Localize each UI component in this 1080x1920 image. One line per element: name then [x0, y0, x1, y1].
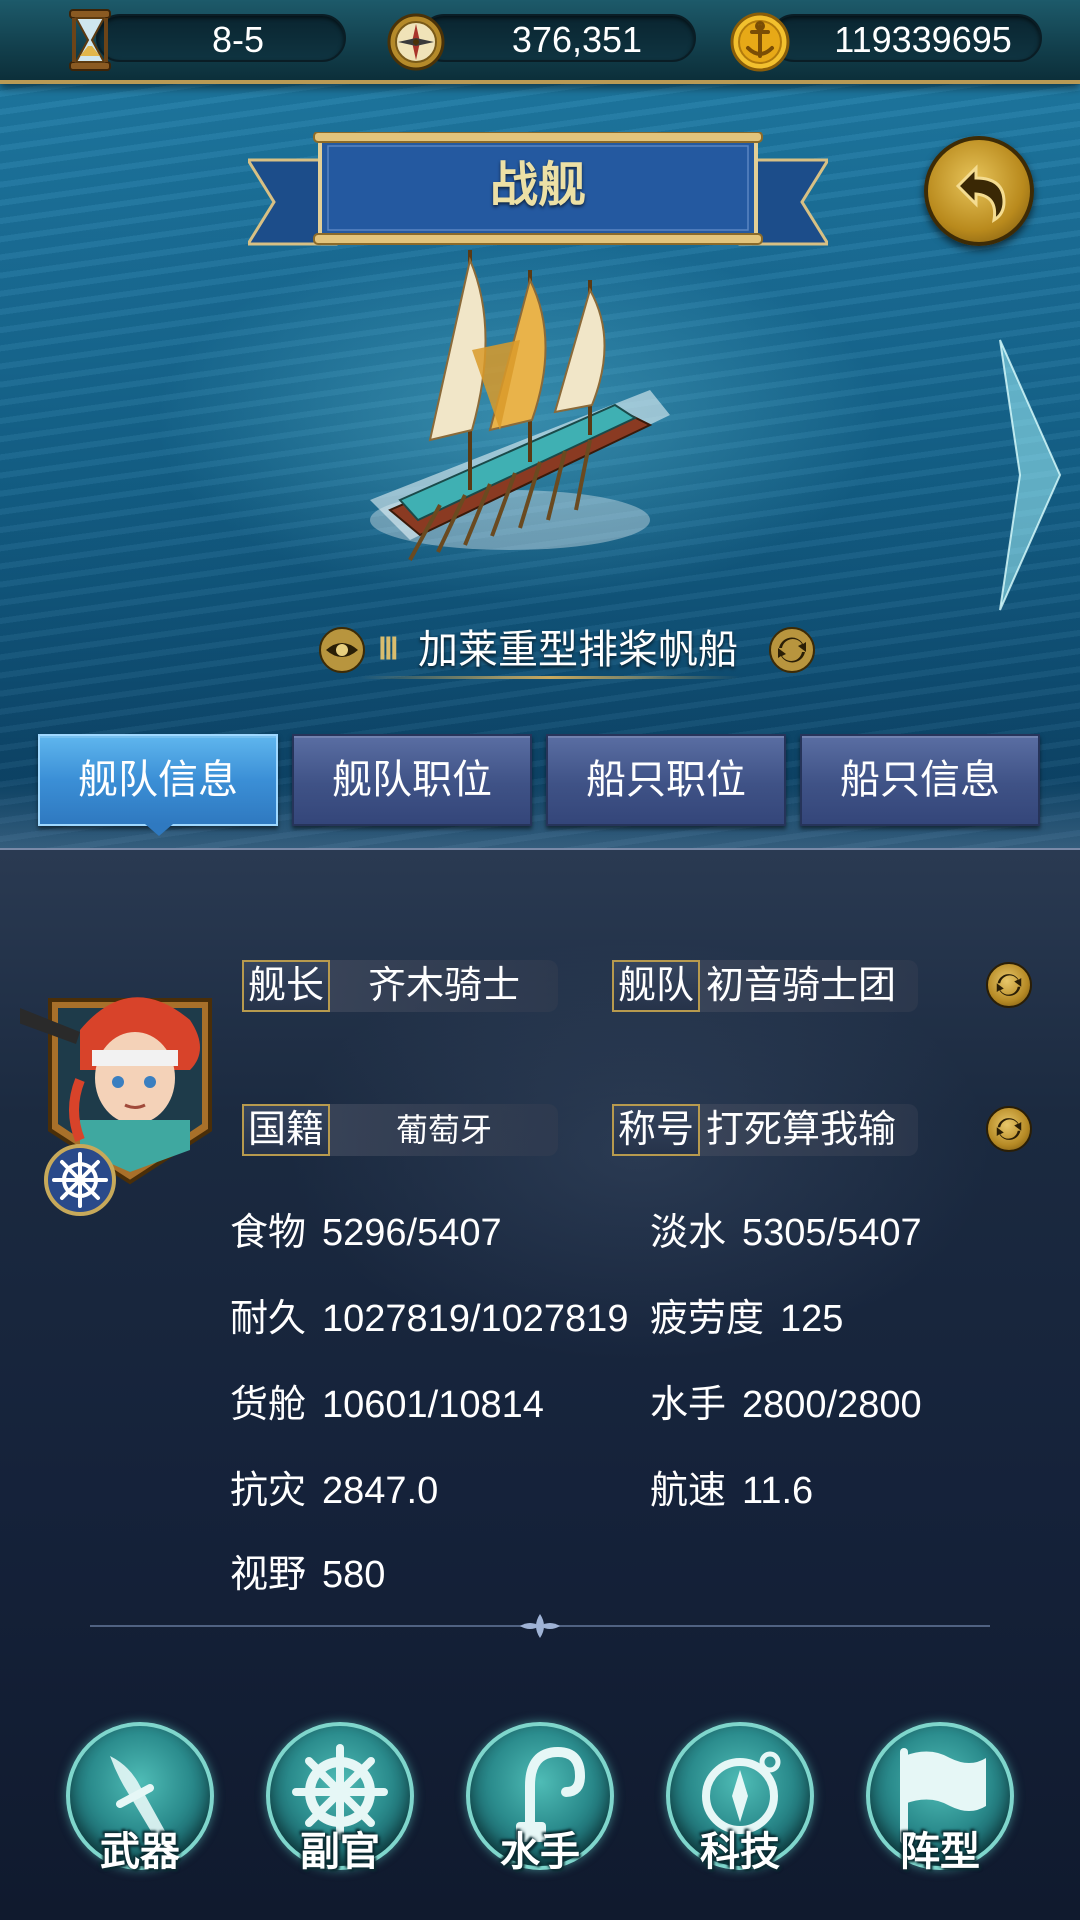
ship-name-row: Ⅲ 加莱重型排桨帆船 — [0, 622, 1080, 679]
nationality-label: 国籍 — [242, 1104, 330, 1156]
title-refresh-button[interactable] — [986, 1106, 1032, 1152]
adjutant-label: 副官 — [300, 1830, 380, 1874]
stat-cargo: 货舱 10601/10814 — [230, 1380, 544, 1430]
stat-speed: 航速 11.6 — [650, 1466, 813, 1516]
back-button[interactable] — [924, 136, 1034, 246]
stat-food-value: 5296/5407 — [322, 1212, 502, 1254]
stat-cargo-label: 货舱 — [230, 1384, 307, 1426]
active-tab-pointer — [145, 824, 173, 836]
refresh-icon — [996, 974, 1022, 996]
title-value: 打死算我输 — [700, 1104, 918, 1156]
compass-icon — [387, 13, 445, 71]
adjutant-button[interactable]: 副官 — [262, 1722, 418, 1882]
stat-resist: 抗灾 2847.0 — [230, 1466, 438, 1516]
ship-illustration — [370, 250, 670, 561]
stat-water-label: 淡水 — [650, 1212, 727, 1254]
stat-food: 食物 5296/5407 — [230, 1208, 502, 1258]
stat-speed-value: 11.6 — [742, 1470, 814, 1512]
tab-fleet-position[interactable]: 舰队职位 — [292, 734, 532, 826]
stat-sailors-value: 2800/2800 — [742, 1384, 922, 1426]
ship-tier: Ⅲ — [378, 633, 399, 666]
gold-value: 119339695 — [834, 19, 1012, 60]
stat-speed-label: 航速 — [650, 1470, 727, 1512]
sailors-button[interactable]: 水手 — [462, 1722, 618, 1882]
page-title: 战舰 — [489, 159, 586, 212]
refresh-icon — [996, 1118, 1022, 1140]
ship-name: 加莱重型排桨帆船 — [418, 628, 738, 672]
nationality-row: 国籍 葡萄牙 — [242, 1104, 558, 1156]
hourglass-icon — [69, 9, 111, 71]
stat-fatigue: 疲劳度 125 — [650, 1294, 843, 1344]
ship-name-underline — [360, 676, 740, 679]
stat-vision: 视野 580 — [230, 1550, 385, 1600]
stat-durability: 耐久 1027819/1027819 — [230, 1294, 628, 1344]
next-arrow-icon[interactable] — [990, 330, 1070, 620]
tab-fleet-info[interactable]: 舰队信息 — [38, 734, 278, 826]
resource-bar: 8-5 376,351 119339695 — [0, 0, 1080, 84]
resource-compass: 376,351 — [420, 14, 696, 62]
nationality-value: 葡萄牙 — [330, 1104, 558, 1156]
formation-label: 阵型 — [900, 1830, 980, 1874]
stat-water: 淡水 5305/5407 — [650, 1208, 922, 1258]
gold-coin-icon — [730, 12, 790, 72]
captain-row: 舰长 齐木骑士 — [242, 960, 558, 1012]
stat-food-label: 食物 — [230, 1212, 307, 1254]
captain-value: 齐木骑士 — [330, 960, 558, 1012]
stat-vision-label: 视野 — [230, 1554, 307, 1596]
weapon-button[interactable]: 武器 — [62, 1722, 218, 1882]
stat-sailors: 水手 2800/2800 — [650, 1380, 922, 1430]
stat-durability-label: 耐久 — [230, 1298, 307, 1340]
resource-stage: 8-5 — [96, 14, 346, 62]
fleet-refresh-button[interactable] — [986, 962, 1032, 1008]
stat-cargo-value: 10601/10814 — [322, 1384, 544, 1426]
resource-gold: 119339695 — [770, 14, 1042, 62]
stat-water-value: 5305/5407 — [742, 1212, 922, 1254]
refresh-icon[interactable] — [768, 626, 816, 674]
stat-fatigue-value: 125 — [780, 1298, 844, 1340]
title-label: 称号 — [612, 1104, 700, 1156]
stat-sailors-label: 水手 — [650, 1384, 727, 1426]
tab-ship-position[interactable]: 船只职位 — [546, 734, 786, 826]
stat-resist-value: 2847.0 — [322, 1470, 439, 1512]
compass-value: 376,351 — [511, 19, 643, 60]
formation-button[interactable]: 阵型 — [862, 1722, 1018, 1882]
tech-label: 科技 — [700, 1830, 780, 1874]
tab-bar: 舰队信息 舰队职位 船只职位 船只信息 — [38, 734, 1042, 826]
section-divider — [90, 1614, 990, 1638]
stat-resist-label: 抗灾 — [230, 1470, 307, 1512]
stat-fatigue-label: 疲劳度 — [650, 1298, 765, 1340]
fleet-label: 舰队 — [612, 960, 700, 1012]
stat-vision-value: 580 — [322, 1554, 386, 1596]
stat-durability-value: 1027819/1027819 — [322, 1298, 629, 1340]
back-arrow-icon — [955, 164, 1006, 223]
title-row: 称号 打死算我输 — [612, 1104, 928, 1156]
stage-value: 8-5 — [211, 19, 265, 60]
eye-icon[interactable] — [318, 626, 366, 674]
fleet-row: 舰队 初音骑士团 — [612, 960, 928, 1012]
ship-wheel-badge-icon — [44, 1144, 116, 1216]
fleet-value: 初音骑士团 — [700, 960, 918, 1012]
weapon-label: 武器 — [100, 1830, 180, 1874]
sailors-label: 水手 — [500, 1830, 580, 1874]
tech-button[interactable]: 科技 — [662, 1722, 818, 1882]
tab-ship-info[interactable]: 船只信息 — [800, 734, 1040, 826]
captain-label: 舰长 — [242, 960, 330, 1012]
